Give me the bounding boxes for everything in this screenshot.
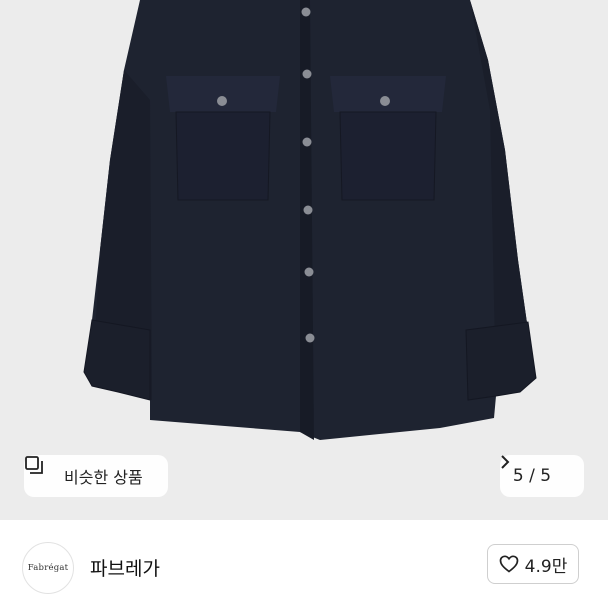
seller-name[interactable]: 파브레가 [90, 554, 160, 581]
seller-logo[interactable]: Fabrégat [22, 542, 74, 594]
similar-items-icon [25, 456, 56, 486]
chevron-right-icon [501, 455, 571, 483]
shirt-illustration [83, 0, 537, 440]
image-pager-label: 5 / 5 [512, 466, 552, 486]
seller-logo-text: Fabrégat [27, 563, 69, 573]
like-count: 4.9만 [524, 556, 568, 577]
similar-products-label: 비슷한 상품 [64, 468, 143, 487]
similar-products-button[interactable]: 비슷한 상품 [24, 455, 168, 497]
product-image[interactable]: 비슷한 상품 5 / 5 [0, 0, 608, 520]
heart-icon [499, 555, 519, 573]
image-pager-button[interactable]: 5 / 5 [500, 455, 584, 497]
like-button[interactable]: 4.9만 [487, 544, 579, 584]
seller-bar: Fabrégat 파브레가 4.9만 [0, 520, 608, 608]
